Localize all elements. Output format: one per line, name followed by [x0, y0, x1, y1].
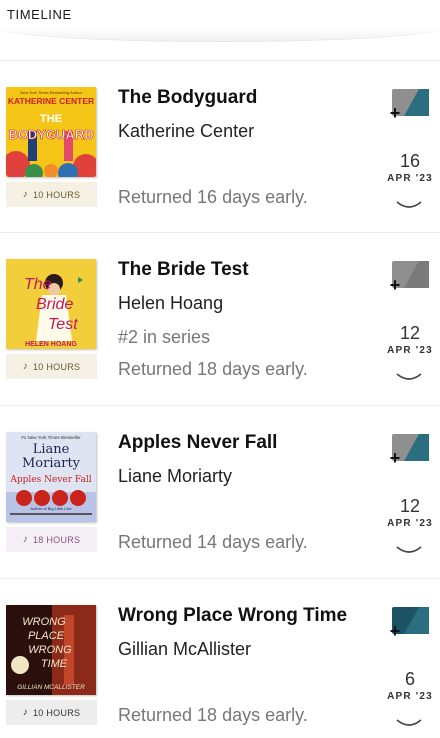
cover-author-text: Moriarty	[22, 456, 81, 471]
series-info[interactable]: #2 in series	[118, 326, 368, 348]
page-title: TIMELINE	[7, 7, 72, 22]
cover-author-text: Liane	[33, 442, 70, 457]
cover-title-text: TIME	[41, 658, 68, 670]
book-cover[interactable]: New York Times Bestselling Author KATHER…	[6, 87, 96, 177]
book-author[interactable]: Helen Hoang	[118, 292, 368, 314]
chevron-down-icon[interactable]	[396, 542, 422, 553]
book-author[interactable]: Gillian McAllister	[118, 638, 368, 660]
duration-text: 10 HOURS	[32, 707, 81, 718]
headphones-icon: ♪	[22, 707, 28, 718]
book-author[interactable]: Liane Moriarty	[118, 465, 368, 487]
cover-author-text: GILLIAN MCALLISTER	[17, 684, 85, 691]
add-tag-button[interactable]: +	[386, 604, 430, 641]
return-day: 16	[399, 151, 421, 171]
header-divider	[0, 28, 440, 42]
cover-title-text: WRONG	[28, 644, 72, 656]
book-info: The Bodyguard Katherine Center	[118, 87, 368, 142]
chevron-down-icon[interactable]	[396, 715, 422, 726]
add-tag-button[interactable]: +	[386, 258, 430, 295]
headphones-icon: ♪	[22, 534, 28, 545]
list-item[interactable]: #1 New York Times Bestseller Liane Moria…	[0, 406, 440, 579]
book-title[interactable]: The Bride Test	[118, 259, 368, 281]
svg-text:+: +	[390, 448, 401, 467]
duration-text: 10 HOURS	[32, 189, 81, 200]
tag-plus-icon: +	[390, 607, 429, 641]
book-author[interactable]: Katherine Center	[118, 120, 368, 142]
duration-badge: ♪ 10 HOURS	[6, 700, 97, 725]
returned-status: Returned 18 days early.	[118, 359, 308, 379]
cover-title-text: WRONG	[22, 616, 66, 628]
duration-badge: ♪ 10 HOURS	[6, 182, 97, 207]
return-date: 6 APR '23	[380, 669, 440, 702]
book-title[interactable]: The Bodyguard	[118, 87, 368, 109]
return-month: APR '23	[387, 173, 433, 184]
cover-top-text: #1 New York Times Bestseller	[21, 435, 81, 440]
returned-status: Returned 18 days early.	[118, 705, 308, 725]
cover-title-text: Test	[48, 316, 78, 333]
duration-badge: ♪ 10 HOURS	[6, 354, 97, 379]
headphones-icon: ♪	[22, 189, 28, 200]
duration-badge: ♪ 18 HOURS	[6, 527, 97, 552]
return-month: APR '23	[387, 518, 433, 529]
headphones-icon: ♪	[22, 361, 28, 372]
add-tag-button[interactable]: +	[386, 86, 430, 123]
list-item[interactable]: The Bride Test HELEN HOANG ♪ 10 HOURS Th…	[0, 233, 440, 406]
svg-text:+: +	[390, 621, 401, 640]
book-title[interactable]: Apples Never Fall	[118, 432, 368, 454]
return-month: APR '23	[387, 691, 433, 702]
cover-sub-text: Author of Big Little Lies	[30, 506, 71, 511]
return-date: 12 APR '23	[380, 496, 440, 529]
add-tag-button[interactable]: +	[386, 431, 430, 468]
cover-title-text: Bride	[36, 296, 73, 313]
return-date: 16 APR '23	[380, 151, 440, 184]
cover-title-text: Apples Never Fall	[9, 475, 91, 485]
cover-author-text: HELEN HOANG	[25, 341, 77, 348]
return-date: 12 APR '23	[380, 323, 440, 356]
returned-status: Returned 14 days early.	[118, 532, 308, 552]
cover-title-text: BODYGUARD	[8, 127, 93, 142]
cover-title-text: THE	[40, 113, 62, 125]
tag-plus-icon: +	[390, 261, 429, 295]
return-day: 12	[399, 496, 421, 516]
book-cover[interactable]: #1 New York Times Bestseller Liane Moria…	[6, 432, 96, 522]
cover-top-text: New York Times Bestselling Author	[20, 90, 82, 95]
return-month: APR '23	[387, 345, 433, 356]
list-item[interactable]: New York Times Bestselling Author KATHER…	[0, 60, 440, 233]
list-item[interactable]: WRONG PLACE WRONG TIME GILLIAN MCALLISTE…	[0, 579, 440, 738]
cover-author-text: KATHERINE CENTER	[8, 96, 94, 106]
book-title[interactable]: Wrong Place Wrong Time	[118, 605, 368, 627]
duration-text: 18 HOURS	[32, 534, 81, 545]
book-cover[interactable]: The Bride Test HELEN HOANG	[6, 259, 96, 349]
book-info: Wrong Place Wrong Time Gillian McAlliste…	[118, 605, 368, 660]
svg-text:+: +	[390, 275, 401, 294]
return-day: 6	[404, 669, 415, 689]
book-info: Apples Never Fall Liane Moriarty	[118, 432, 368, 487]
return-day: 12	[399, 323, 421, 343]
tag-plus-icon: +	[390, 89, 429, 123]
chevron-down-icon[interactable]	[396, 369, 422, 380]
returned-status: Returned 16 days early.	[118, 187, 308, 207]
chevron-down-icon[interactable]	[396, 197, 422, 208]
header-bar: TIMELINE	[0, 0, 440, 42]
duration-text: 10 HOURS	[32, 361, 81, 372]
cover-title-text: PLACE	[28, 630, 65, 642]
book-info: The Bride Test Helen Hoang #2 in series	[118, 259, 368, 348]
timeline-list: New York Times Bestselling Author KATHER…	[0, 60, 440, 738]
cover-title-text: The	[24, 276, 52, 293]
book-cover[interactable]: WRONG PLACE WRONG TIME GILLIAN MCALLISTE…	[6, 605, 96, 695]
tag-plus-icon: +	[390, 434, 429, 468]
svg-text:+: +	[390, 103, 401, 122]
